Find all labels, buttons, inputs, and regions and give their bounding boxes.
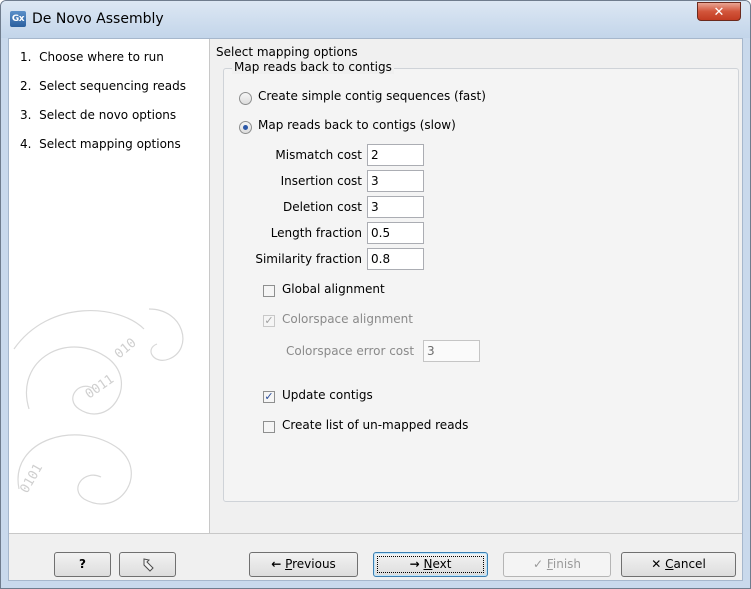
decorative-spiral-graphic: 0011 010 0101 [13,308,184,505]
title-bar: Gx De Novo Assembly ✕ [1,1,750,38]
map-reads-group: Map reads back to contigs Create simple … [223,60,739,502]
colorspace-error-cost-label: Colorspace error cost [286,344,415,358]
de-novo-assembly-dialog: Gx De Novo Assembly ✕ 1. Choose where to… [0,0,751,589]
radio-simple-contig-label[interactable]: Create simple contig sequences (fast) [258,89,486,103]
mismatch-cost-label: Mismatch cost [275,148,362,162]
panel-title: Select mapping options [216,45,358,59]
reset-icon [143,558,154,572]
arrow-left-icon: ← [271,557,282,571]
deletion-cost-input[interactable]: 3 [367,196,424,218]
global-alignment-checkbox[interactable] [263,285,275,297]
group-title: Map reads back to contigs [232,60,394,74]
app-icon: Gx [10,11,26,27]
window-title: De Novo Assembly [32,11,164,27]
length-fraction-input[interactable]: 0.5 [367,222,424,244]
colorspace-error-cost-input[interactable]: 3 [423,340,480,362]
dialog-body: 1. Choose where to run 2. Select sequenc… [8,38,743,581]
step-select-mapping-options: 4. Select mapping options [20,137,181,151]
similarity-fraction-label: Similarity fraction [255,252,362,266]
update-contigs-label[interactable]: Update contigs [282,388,373,402]
radio-map-reads-back-label[interactable]: Map reads back to contigs (slow) [258,118,456,132]
next-button[interactable]: → Next [373,552,488,577]
step-select-sequencing-reads: 2. Select sequencing reads [20,79,187,93]
svg-text:0101: 0101 [17,461,46,496]
bottom-separator [9,533,742,534]
help-button[interactable]: ? [54,552,111,577]
mismatch-cost-input[interactable]: 2 [367,144,424,166]
insertion-cost-label: Insertion cost [280,174,362,188]
wizard-steps-panel: 1. Choose where to run 2. Select sequenc… [9,39,210,533]
arrow-right-icon: → [409,557,420,571]
close-x-icon: ✕ [651,557,662,571]
step-choose-where-to-run: 1. Choose where to run [20,50,164,64]
svg-text:010: 010 [112,335,140,362]
options-panel: Select mapping options Map reads back to… [210,39,742,533]
finish-button[interactable]: ✓ Finish [503,552,611,577]
update-contigs-checkbox[interactable]: ✓ [263,391,275,403]
radio-map-reads-back[interactable] [239,121,252,134]
colorspace-alignment-label: Colorspace alignment [282,312,413,326]
unmapped-reads-label[interactable]: Create list of un-mapped reads [282,418,468,432]
radio-simple-contig[interactable] [239,92,252,105]
cancel-button[interactable]: ✕ Cancel [621,552,736,577]
previous-button[interactable]: ← Previous [249,552,358,577]
close-button[interactable]: ✕ [697,2,741,21]
colorspace-alignment-checkbox[interactable]: ✓ [263,315,275,327]
svg-text:0011: 0011 [83,372,117,402]
reset-button[interactable] [119,552,176,577]
insertion-cost-input[interactable]: 3 [367,170,424,192]
deletion-cost-label: Deletion cost [282,200,362,214]
similarity-fraction-input[interactable]: 0.8 [367,248,424,270]
check-icon: ✓ [532,557,544,571]
global-alignment-label[interactable]: Global alignment [282,282,385,296]
unmapped-reads-checkbox[interactable] [263,421,275,433]
length-fraction-label: Length fraction [270,226,362,240]
step-select-de-novo-options: 3. Select de novo options [20,108,177,122]
